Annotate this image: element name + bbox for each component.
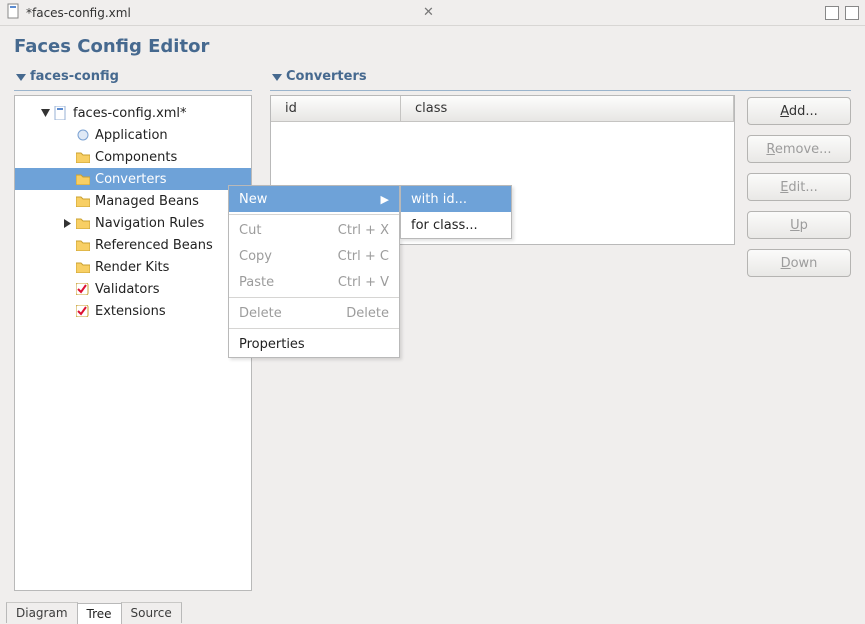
file-icon xyxy=(6,3,22,23)
folder-icon xyxy=(75,193,91,209)
folder-icon xyxy=(75,215,91,231)
folder-icon xyxy=(75,237,91,253)
folder-icon xyxy=(75,259,91,275)
folder-icon xyxy=(75,171,91,187)
submenu-arrow-icon: ▶ xyxy=(381,193,389,206)
expand-toggle-icon[interactable] xyxy=(61,219,73,228)
expand-toggle-icon[interactable] xyxy=(39,109,51,118)
document-icon xyxy=(75,127,91,143)
tree-item-validators[interactable]: Validators xyxy=(15,278,251,300)
ctx-new-with-id[interactable]: with id... xyxy=(401,186,511,212)
separator xyxy=(229,297,399,298)
up-button[interactable]: Up xyxy=(747,211,851,239)
right-panel-header[interactable]: Converters xyxy=(270,65,851,91)
tree-item-managed-beans[interactable]: Managed Beans xyxy=(15,190,251,212)
tab-diagram[interactable]: Diagram xyxy=(6,602,78,623)
separator xyxy=(229,328,399,329)
tree-item-navigation-rules[interactable]: Navigation Rules xyxy=(15,212,251,234)
tree-root[interactable]: faces-config.xml* xyxy=(15,102,251,124)
context-menu: New ▶ Cut Ctrl + X Copy Ctrl + C Paste C… xyxy=(228,185,400,358)
edit-button[interactable]: Edit... xyxy=(747,173,851,201)
tree-item-extensions[interactable]: Extensions xyxy=(15,300,251,322)
tree-item-render-kits[interactable]: Render Kits xyxy=(15,256,251,278)
xml-file-icon xyxy=(53,105,69,121)
ctx-new-for-class[interactable]: for class... xyxy=(401,212,511,238)
collapse-icon xyxy=(272,72,282,82)
ctx-delete[interactable]: Delete Delete xyxy=(229,300,399,326)
check-icon xyxy=(75,303,91,319)
tree-item-application[interactable]: Application xyxy=(15,124,251,146)
ctx-paste[interactable]: Paste Ctrl + V xyxy=(229,269,399,295)
minimize-icon[interactable] xyxy=(825,6,839,20)
column-header-id[interactable]: id xyxy=(271,96,401,121)
remove-button[interactable]: Remove... xyxy=(747,135,851,163)
check-icon xyxy=(75,281,91,297)
tree-item-converters[interactable]: Converters xyxy=(15,168,251,190)
collapse-icon xyxy=(16,72,26,82)
tab-tree[interactable]: Tree xyxy=(77,603,122,624)
window-title: *faces-config.xml xyxy=(26,6,417,20)
page-title: Faces Config Editor xyxy=(0,26,865,65)
column-header-class[interactable]: class xyxy=(401,96,734,121)
close-tab-icon[interactable]: ✕ xyxy=(423,5,434,20)
config-tree[interactable]: faces-config.xml* Application Components xyxy=(15,102,251,322)
tree-item-referenced-beans[interactable]: Referenced Beans xyxy=(15,234,251,256)
left-panel-header[interactable]: faces-config xyxy=(14,65,252,91)
ctx-cut[interactable]: Cut Ctrl + X xyxy=(229,217,399,243)
separator xyxy=(229,214,399,215)
add-button[interactable]: Add... xyxy=(747,97,851,125)
maximize-icon[interactable] xyxy=(845,6,859,20)
context-submenu-new: with id... for class... xyxy=(400,185,512,239)
ctx-copy[interactable]: Copy Ctrl + C xyxy=(229,243,399,269)
folder-icon xyxy=(75,149,91,165)
window-titlebar: *faces-config.xml ✕ xyxy=(0,0,865,26)
bottom-tabs: Diagram Tree Source xyxy=(0,599,865,623)
down-button[interactable]: Down xyxy=(747,249,851,277)
ctx-new[interactable]: New ▶ xyxy=(229,186,399,212)
tab-source[interactable]: Source xyxy=(121,602,182,623)
tree-root-label: faces-config.xml* xyxy=(73,106,187,121)
ctx-properties[interactable]: Properties xyxy=(229,331,399,357)
tree-item-components[interactable]: Components xyxy=(15,146,251,168)
